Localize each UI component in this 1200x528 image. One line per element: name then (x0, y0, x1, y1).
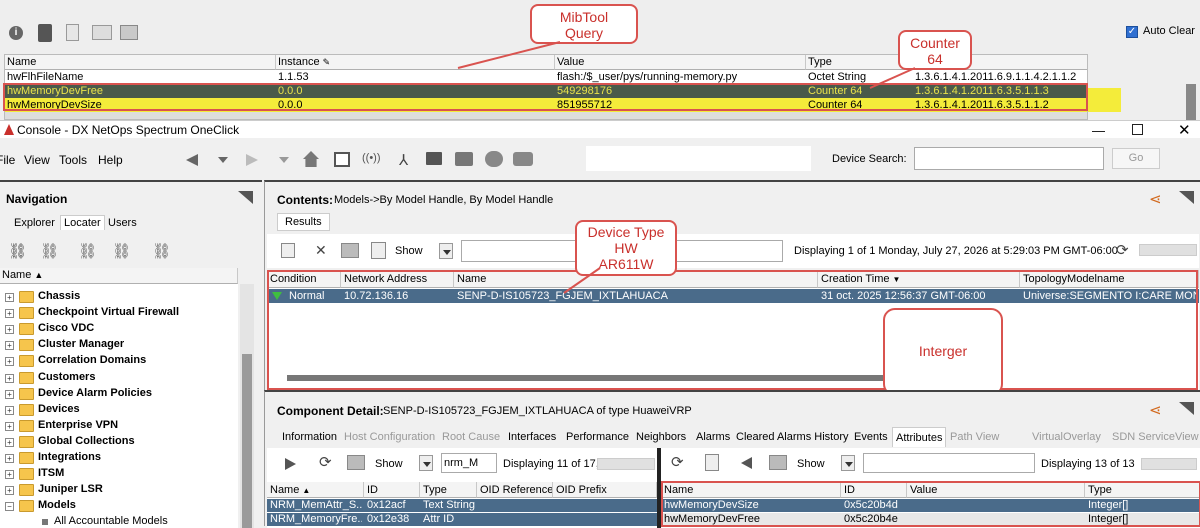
document-icon[interactable] (705, 454, 719, 471)
col-name[interactable]: Name ▲ (267, 482, 364, 498)
tab-alarms[interactable]: Alarms (693, 427, 733, 447)
play-icon[interactable] (285, 458, 296, 470)
tools-icon[interactable] (769, 455, 787, 470)
attr-display-text: Displaying 13 of 13 (1041, 458, 1135, 470)
attr-display-text: Displaying 11 of 17,8 (503, 458, 605, 470)
attr-filter-input[interactable] (441, 453, 497, 473)
progress-bar (597, 458, 655, 470)
col-type[interactable]: Type (420, 482, 477, 498)
back-icon[interactable] (741, 457, 752, 469)
col-oid-prefix[interactable]: OID Prefix (553, 482, 657, 498)
tab-neighbors[interactable]: Neighbors (633, 427, 689, 447)
show-dropdown[interactable] (841, 455, 855, 471)
table-row[interactable]: NRM_MemAttr_S... 0x12acf Text String (267, 499, 657, 512)
component-detail-panel: Component Detail: SENP-D-IS105723_FGJEM_… (264, 390, 1200, 528)
attr-filter-input[interactable] (863, 453, 1035, 473)
refresh-icon[interactable]: ⟳ (671, 453, 684, 471)
show-label: Show (797, 458, 825, 470)
tab-events[interactable]: Events (851, 427, 891, 447)
share-icon[interactable]: ⋖ (1149, 401, 1162, 419)
tab-host-configuration[interactable]: Host Configuration (341, 427, 438, 447)
tab-information[interactable]: Information (279, 427, 340, 447)
component-subtitle: SENP-D-IS105723_FGJEM_IXTLAHUACA of type… (383, 405, 692, 417)
show-label: Show (375, 458, 403, 470)
tab-path-view[interactable]: Path View (947, 427, 1002, 447)
tab-attributes[interactable]: Attributes (892, 427, 947, 447)
refresh-icon[interactable]: ⟳ (319, 453, 332, 471)
progress-bar (1141, 458, 1197, 470)
collapse-icon[interactable] (1179, 402, 1194, 415)
tab-virtual-overlay[interactable]: VirtualOverlay (1029, 427, 1104, 447)
col-id[interactable]: ID (364, 482, 420, 498)
component-tabs: Information Host Configuration Root Caus… (279, 427, 1199, 447)
arrow-device-type (563, 267, 601, 294)
component-label: Component Detail: (277, 404, 384, 418)
highlight-box (661, 481, 1200, 527)
col-oid-reference[interactable]: OID Reference (477, 482, 553, 498)
show-dropdown[interactable] (419, 455, 433, 471)
tab-cleared-alarms-history[interactable]: Cleared Alarms History (733, 427, 851, 447)
tab-performance[interactable]: Performance (563, 427, 632, 447)
table-row[interactable]: NRM_MemoryFre... 0x12e38 Attr ID (267, 513, 657, 526)
tools-icon[interactable] (347, 455, 365, 470)
attr-list-left: ⟳ Show Displaying 11 of 17,8 Name ▲ ID T… (267, 448, 657, 528)
tab-interfaces[interactable]: Interfaces (505, 427, 559, 447)
tab-sdn-serviceview[interactable]: SDN ServiceView (1109, 427, 1200, 447)
tab-root-cause[interactable]: Root Cause (439, 427, 503, 447)
sort-asc-icon: ▲ (302, 486, 311, 495)
